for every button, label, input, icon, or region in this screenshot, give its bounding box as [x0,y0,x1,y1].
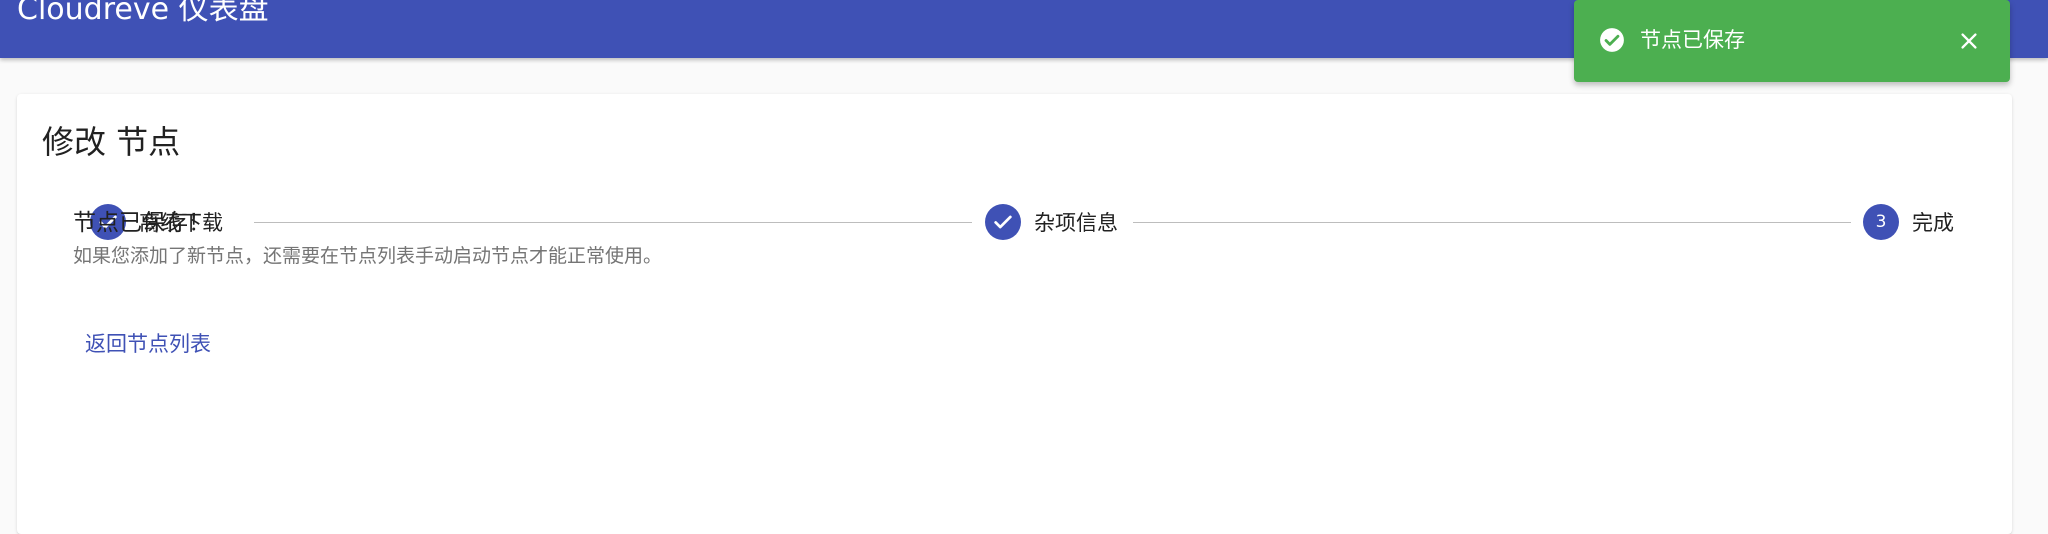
check-icon [985,204,1021,240]
check-circle-icon [1599,27,1625,53]
step-connector [1133,222,1851,223]
page-title: 修改 节点 [42,123,181,161]
app-title: Cloudreve 仪表盘 [17,0,269,27]
step-complete: 3 完成 [1863,203,1954,241]
step-misc-info: 杂项信息 [985,203,1118,241]
step-label: 杂项信息 [1034,211,1118,235]
close-icon[interactable] [1952,24,1986,58]
snackbar: 节点已保存 [1574,0,2010,82]
stepper: 离线下载 杂项信息 3 完成 [90,203,1958,241]
step-connector [254,222,972,223]
result-description: 如果您添加了新节点，还需要在节点列表手动启动节点才能正常使用。 [73,245,663,267]
step-number: 3 [1863,204,1899,240]
snackbar-message: 节点已保存 [1640,28,1745,52]
back-to-node-list-button[interactable]: 返回节点列表 [85,330,211,358]
edit-node-card: 修改 节点 离线下载 杂项信息 3 完成 [17,94,2012,534]
step-label: 完成 [1912,211,1954,235]
result-title: 节点已保存！ [73,210,211,236]
